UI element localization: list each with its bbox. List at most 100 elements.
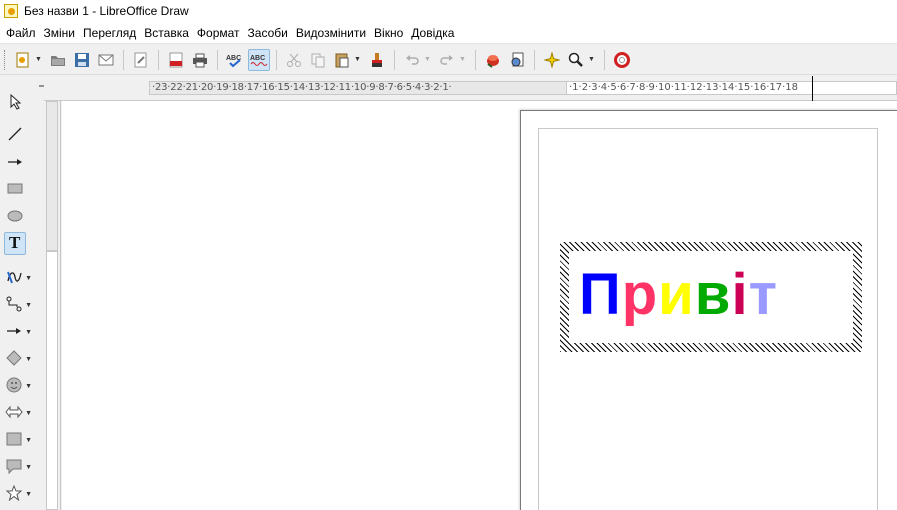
greeting-text[interactable]: Привіт [579,265,778,325]
gluepoint-button[interactable] [541,49,563,71]
vertical-ruler[interactable] [44,101,61,510]
printer-icon [193,53,207,67]
save-icon [75,52,89,67]
line-arrow-tool[interactable] [4,152,32,174]
copy-button[interactable] [307,49,329,71]
edit-file-button[interactable] [130,49,152,71]
text-box-content[interactable]: Привіт [569,251,853,343]
ellipse-tool[interactable] [4,205,32,227]
rectangle-icon [4,180,26,199]
menu-modify[interactable]: Видозмінити [292,22,370,44]
help-button[interactable] [611,49,633,71]
zoom-button[interactable] [565,49,587,71]
drawing-canvas[interactable]: Привіт [62,101,897,510]
svg-text:ABC: ABC [250,55,265,62]
redo-button[interactable] [436,49,458,71]
flowchart-tool[interactable]: ▼ [4,429,32,451]
pdf-icon [169,52,183,67]
ruler-position-marker [812,76,813,101]
edit-file-icon [134,52,147,67]
new-dropdown-button[interactable]: ▼ [35,56,43,63]
curve-dropdown-icon[interactable]: ▼ [25,275,32,282]
curve-tool[interactable]: ▼ [4,267,32,289]
lines-arrows-dropdown-icon[interactable]: ▼ [25,329,32,336]
open-folder-icon [51,55,65,66]
navigator-button[interactable] [506,49,528,71]
toolbar-separator [534,49,535,70]
basic-shapes-dropdown-icon[interactable]: ▼ [25,356,32,363]
toolbar-separator [276,49,277,70]
curve-icon [4,269,23,288]
line-tool[interactable] [4,124,32,146]
callouts-dropdown-icon[interactable]: ▼ [25,464,32,471]
horizontal-ruler[interactable]: ·23·22·21·20·19·18·17·16·15·14·13·12·11·… [44,76,897,101]
block-arrows-tool[interactable]: ▼ [4,402,32,424]
greeting-letter: в [694,262,732,327]
lines-arrows-tool[interactable]: ▼ [4,321,32,343]
menu-insert[interactable]: Вставка [140,22,193,44]
line-icon [4,126,26,145]
basic-shapes-tool[interactable]: ▼ [4,348,32,370]
spelling-button[interactable]: ABC [224,49,246,71]
new-document-icon [16,52,29,67]
menu-tools[interactable]: Засоби [244,22,292,44]
toolbar-separator [394,49,395,70]
callouts-tool[interactable]: ▼ [4,456,32,478]
menu-help[interactable]: Довідка [407,22,458,44]
flowchart-dropdown-icon[interactable]: ▼ [25,437,32,444]
stars-tool[interactable]: ▼ [4,483,32,505]
menu-format[interactable]: Формат [193,22,244,44]
text-box-selected[interactable]: Привіт [560,242,862,352]
rectangle-tool[interactable] [4,178,32,200]
toolbar-separator [217,49,218,70]
new-document-button[interactable] [12,49,34,71]
undo-button[interactable] [401,49,423,71]
paste-button[interactable] [331,49,353,71]
undo-icon [406,54,419,65]
gluepoint-star-icon [544,51,560,68]
flowchart-icon [4,431,23,450]
ruler-page-scale: ·1·2·3·4·5·6·7·8·9·10·11·12·13·14·15·16·… [566,81,897,95]
vruler-page-scale [46,251,58,510]
connector-icon [4,296,23,315]
vruler-top-scale [46,101,58,251]
save-button[interactable] [71,49,93,71]
connector-dropdown-icon[interactable]: ▼ [25,302,32,309]
spelling-icon: ABC [226,55,241,67]
menu-view[interactable]: Перегляд [79,22,140,44]
symbol-shapes-tool[interactable]: ▼ [4,375,32,397]
autospellcheck-icon: ABC [250,55,268,66]
symbol-shapes-icon [4,377,23,396]
copy-icon [311,53,325,67]
zoom-magnifier-icon [568,52,583,67]
paste-icon [335,53,349,67]
toolbar-grip[interactable] [4,49,7,70]
lines-arrows-icon [4,323,23,342]
toolbar-separator [123,49,124,70]
title-bar: Без назви 1 - LibreOffice Draw [0,0,897,22]
zoom-dropdown-button[interactable]: ▼ [588,56,596,63]
stars-dropdown-icon[interactable]: ▼ [25,491,32,498]
greeting-letter: и [658,262,695,327]
cut-button[interactable] [283,49,305,71]
redo-dropdown-button[interactable]: ▼ [459,56,467,63]
undo-dropdown-button[interactable]: ▼ [424,56,432,63]
menu-window[interactable]: Вікно [370,22,407,44]
symbol-shapes-dropdown-icon[interactable]: ▼ [25,383,32,390]
paste-dropdown-button[interactable]: ▼ [354,56,362,63]
print-button[interactable] [189,49,211,71]
text-tool[interactable]: T [4,231,32,255]
menu-file[interactable]: Файл [2,22,40,44]
clone-formatting-button[interactable] [366,49,388,71]
autospellcheck-button[interactable]: ABC [248,48,270,71]
email-button[interactable] [95,49,117,71]
export-pdf-button[interactable] [165,49,187,71]
open-button[interactable] [47,49,69,71]
email-icon [98,54,114,65]
menu-edit[interactable]: Зміни [40,22,80,44]
extrusion-button[interactable] [482,49,504,71]
connector-tool[interactable]: ▼ [4,294,32,316]
block-arrows-dropdown-icon[interactable]: ▼ [25,410,32,417]
standard-toolbar: ▼ ABC ABC ▼ ▼ ▼ ▼ [0,45,897,75]
select-tool[interactable] [4,92,32,114]
